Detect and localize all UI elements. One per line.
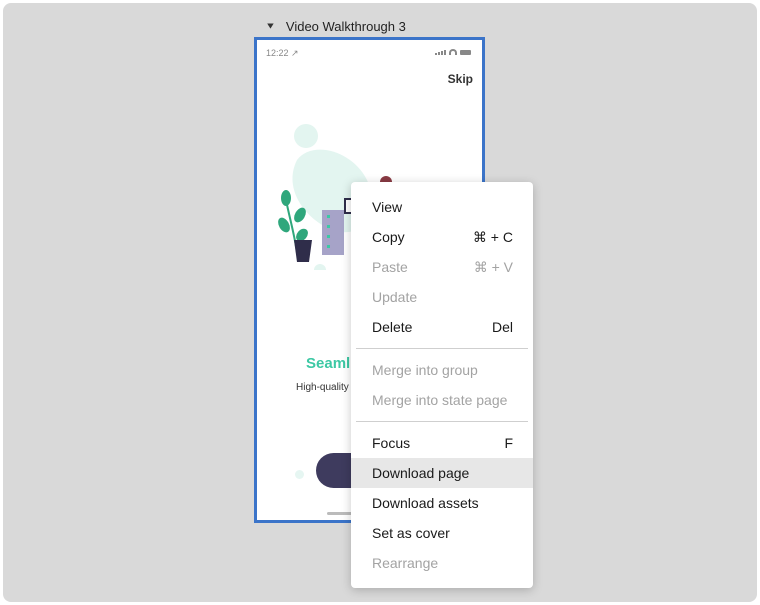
menu-item-rearrange: Rearrange: [351, 548, 533, 578]
menu-item-label: Focus: [372, 435, 411, 451]
menu-separator: [356, 348, 528, 349]
menu-item-download-page[interactable]: Download page: [351, 458, 533, 488]
wifi-icon: [449, 49, 457, 55]
status-time: 12:22 ↗: [266, 48, 299, 58]
menu-item-download-assets[interactable]: Download assets: [351, 488, 533, 518]
menu-item-label: Copy: [372, 229, 405, 245]
menu-item-label: Paste: [372, 259, 408, 275]
menu-item-copy[interactable]: Copy ⌘ + C: [351, 222, 533, 252]
page-indicator-dot: [295, 470, 304, 479]
menu-item-merge-into-group: Merge into group: [351, 355, 533, 385]
onboarding-subtitle: High-quality: [296, 382, 349, 393]
menu-item-label: Delete: [372, 319, 413, 335]
menu-item-update: Update: [351, 282, 533, 312]
menu-item-merge-into-state-page: Merge into state page: [351, 385, 533, 415]
menu-item-label: Set as cover: [372, 525, 450, 541]
menu-item-label: Rearrange: [372, 555, 439, 571]
menu-item-label: Download page: [372, 465, 470, 481]
menu-item-label: Merge into group: [372, 362, 478, 378]
menu-item-focus[interactable]: Focus F: [351, 428, 533, 458]
menu-item-delete[interactable]: Delete Del: [351, 312, 533, 342]
status-icons: [435, 49, 471, 55]
menu-item-set-as-cover[interactable]: Set as cover: [351, 518, 533, 548]
menu-item-label: View: [372, 199, 403, 215]
menu-item-label: Download assets: [372, 495, 479, 511]
menu-separator: [356, 421, 528, 422]
menu-item-label: Update: [372, 289, 418, 305]
signal-icon: [435, 50, 446, 55]
battery-icon: [460, 50, 471, 55]
frame-title: Video Walkthrough 3: [285, 18, 406, 34]
chevron-down-icon[interactable]: ▼: [265, 21, 276, 31]
menu-item-shortcut: ⌘ + V: [473, 258, 513, 275]
context-menu: View Copy ⌘ + C Paste ⌘ + V Update Delet…: [351, 182, 533, 588]
skip-button[interactable]: Skip: [448, 72, 473, 86]
menu-item-label: Merge into state page: [372, 392, 508, 408]
menu-item-shortcut: F: [504, 435, 513, 451]
onboarding-title: Seaml: [306, 355, 351, 372]
menu-item-paste: Paste ⌘ + V: [351, 252, 533, 282]
frame-header[interactable]: ▼ Video Walkthrough 3: [265, 17, 406, 35]
menu-item-shortcut: ⌘ + C: [472, 228, 513, 245]
menu-item-shortcut: Del: [491, 319, 513, 335]
menu-item-view[interactable]: View: [351, 192, 533, 222]
